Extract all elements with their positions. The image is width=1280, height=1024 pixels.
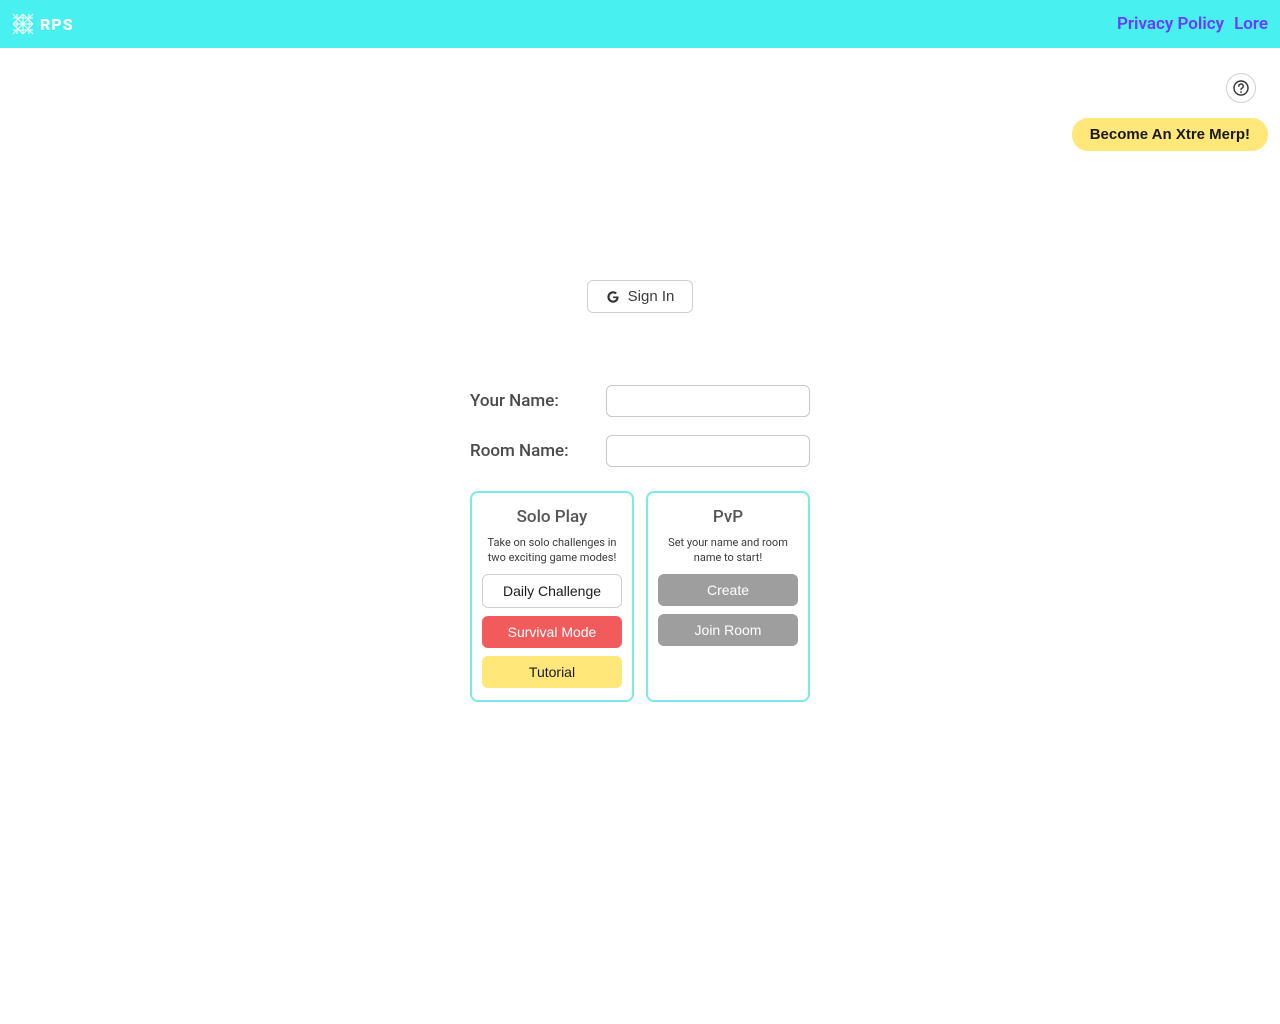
logo-text: RPS <box>40 15 74 34</box>
name-input[interactable] <box>606 385 810 417</box>
room-label: Room Name: <box>470 441 590 461</box>
main-panel: Sign In Your Name: Room Name: Solo Play … <box>470 280 810 702</box>
solo-card: Solo Play Take on solo challenges in two… <box>470 491 634 702</box>
pvp-title: PvP <box>713 507 743 527</box>
room-row: Room Name: <box>470 435 810 467</box>
signin-button[interactable]: Sign In <box>587 280 694 313</box>
name-label: Your Name: <box>470 391 590 411</box>
signin-label: Sign In <box>628 288 675 305</box>
survival-mode-button[interactable]: Survival Mode <box>482 616 622 648</box>
solo-title: Solo Play <box>517 507 588 527</box>
header-links: Privacy Policy Lore <box>1117 14 1268 34</box>
google-icon <box>606 290 620 304</box>
room-input[interactable] <box>606 435 810 467</box>
become-merp-button[interactable]: Become An Xtre Merp! <box>1072 118 1268 151</box>
pvp-card: PvP Set your name and room name to start… <box>646 491 810 702</box>
form-fields: Your Name: Room Name: <box>470 385 810 467</box>
logo[interactable]: RPS <box>12 13 74 35</box>
header: RPS Privacy Policy Lore <box>0 0 1280 48</box>
logo-icon <box>12 13 34 35</box>
help-button[interactable] <box>1226 73 1256 103</box>
pvp-desc: Set your name and room name to start! <box>658 535 798 566</box>
create-room-button[interactable]: Create <box>658 574 798 606</box>
solo-desc: Take on solo challenges in two exciting … <box>482 535 622 566</box>
name-row: Your Name: <box>470 385 810 417</box>
privacy-link[interactable]: Privacy Policy <box>1117 14 1224 34</box>
mode-cards: Solo Play Take on solo challenges in two… <box>470 491 810 702</box>
join-room-button[interactable]: Join Room <box>658 614 798 646</box>
daily-challenge-button[interactable]: Daily Challenge <box>482 574 622 608</box>
tutorial-button[interactable]: Tutorial <box>482 656 622 688</box>
help-icon <box>1233 80 1249 96</box>
lore-link[interactable]: Lore <box>1234 14 1268 34</box>
